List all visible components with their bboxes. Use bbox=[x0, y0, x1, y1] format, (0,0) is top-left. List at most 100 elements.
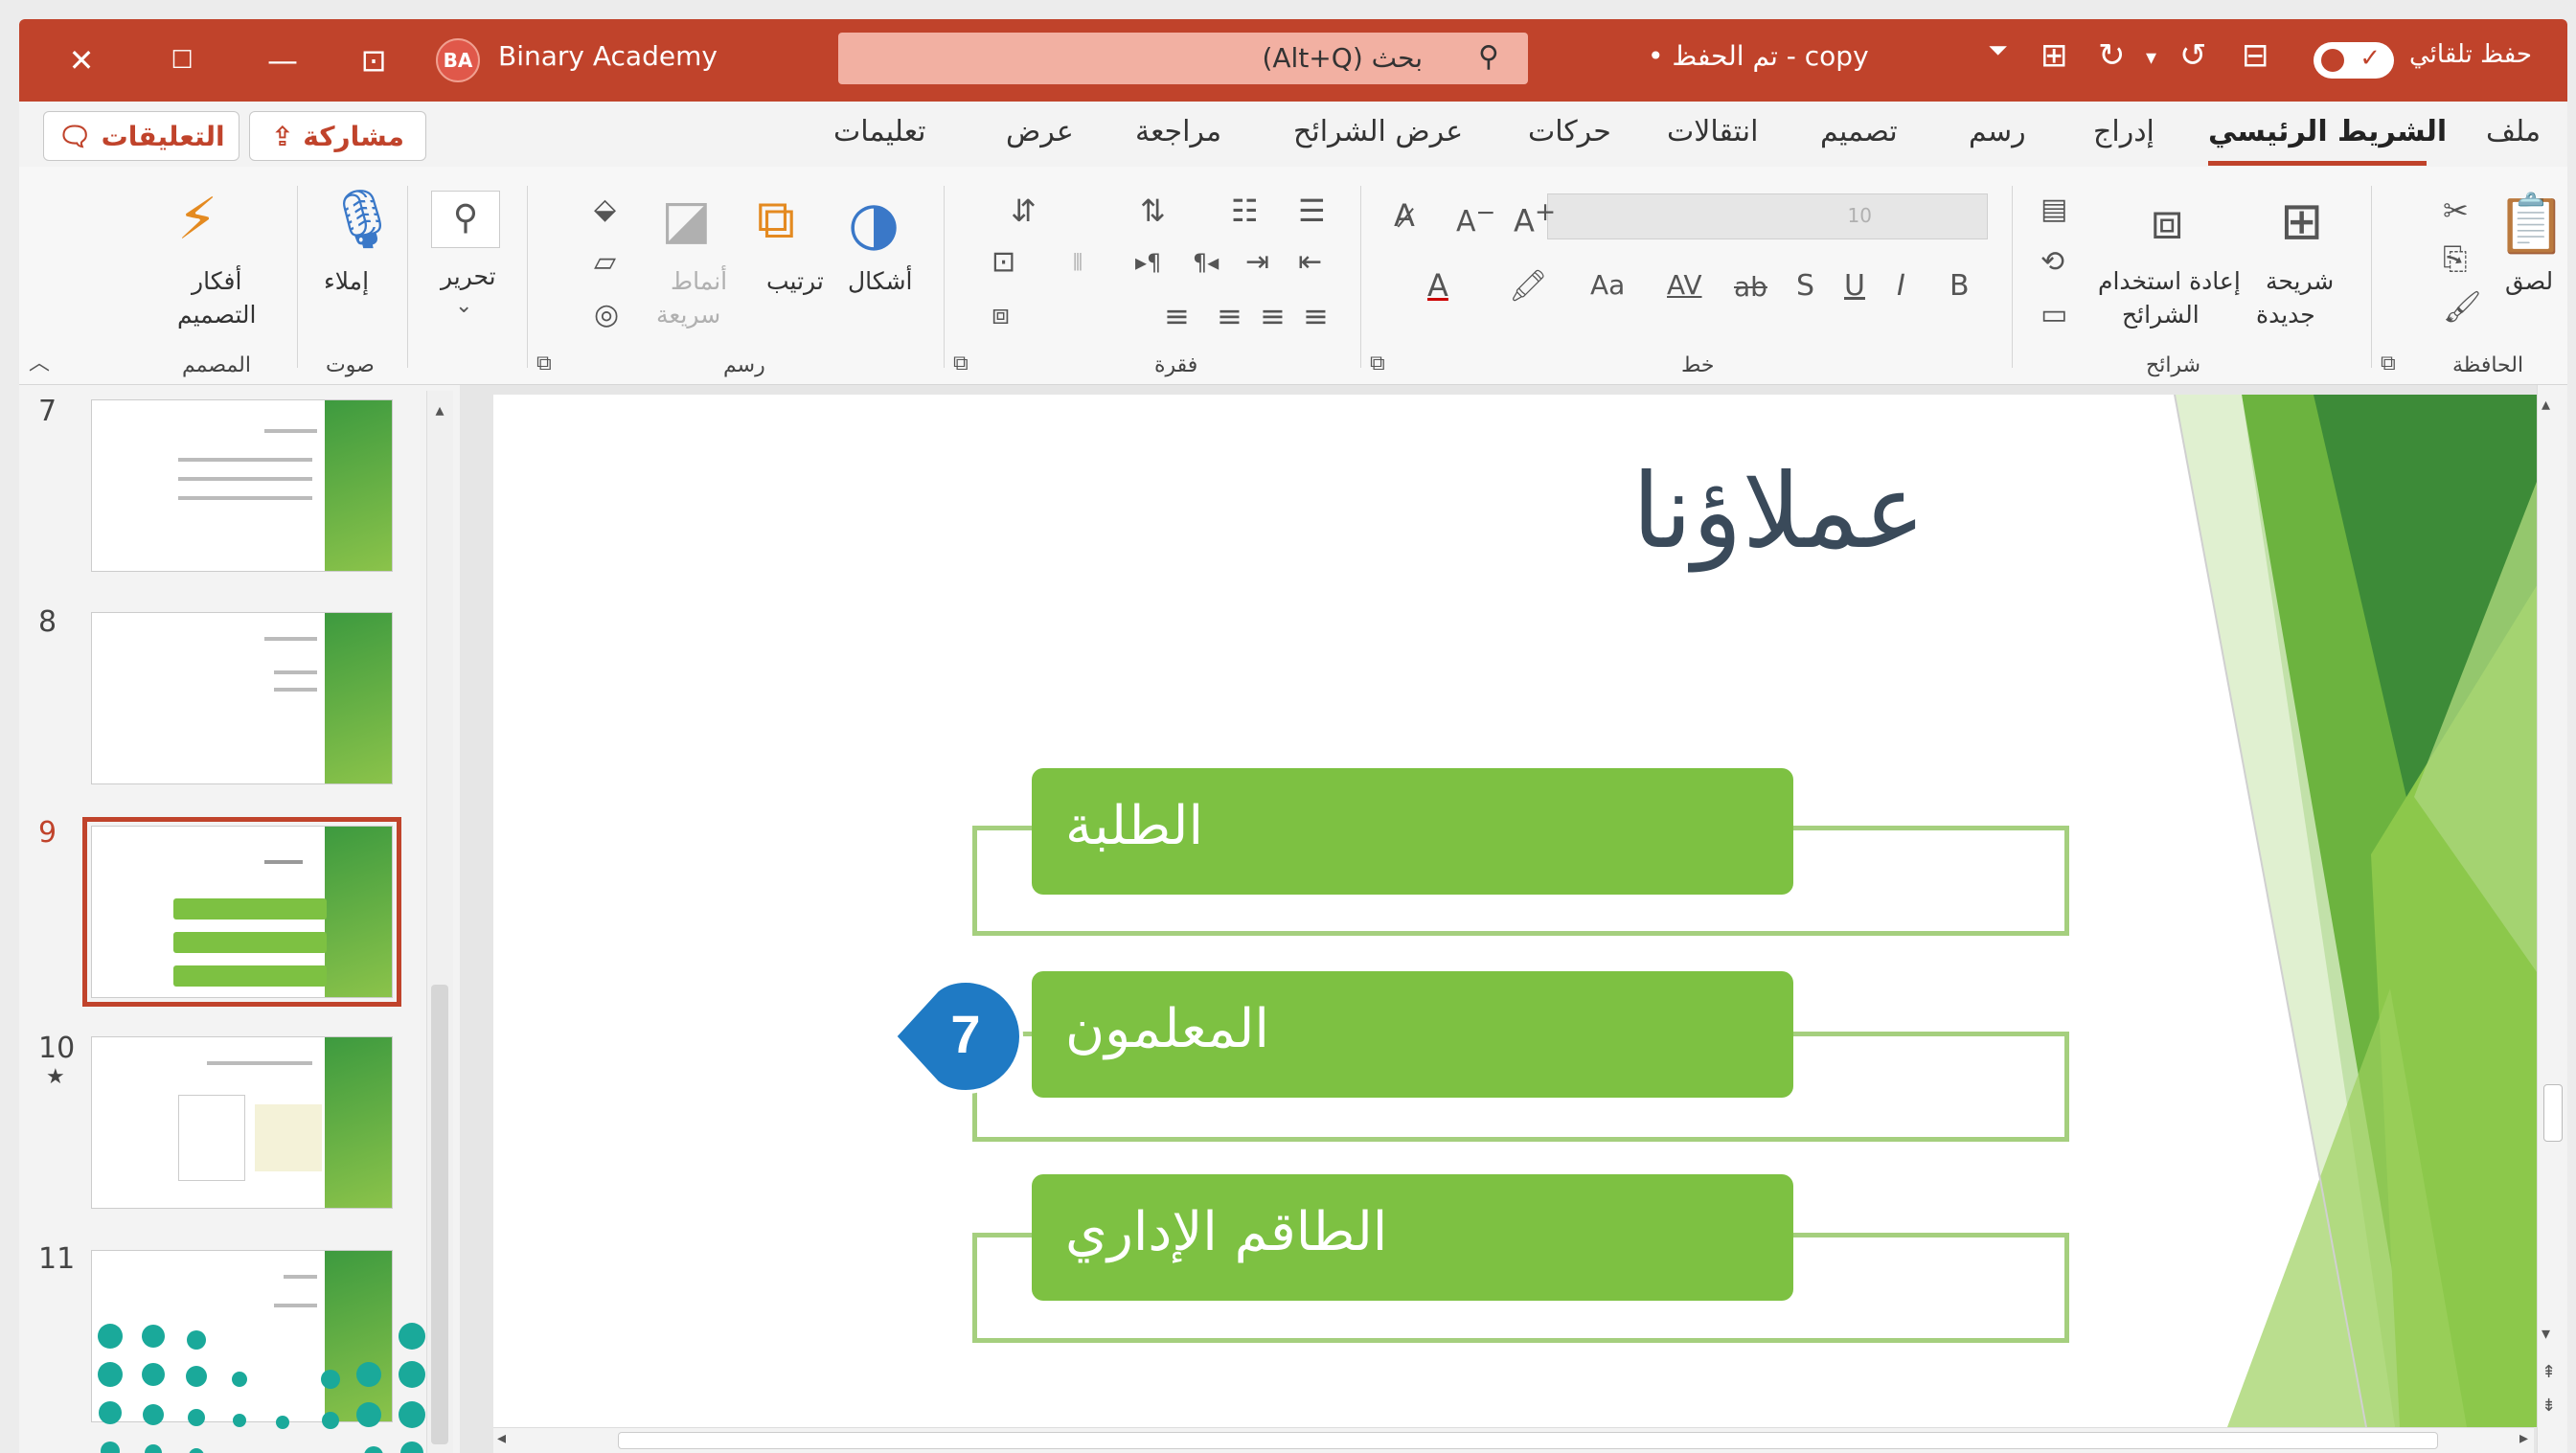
font-color-icon[interactable]: A bbox=[1427, 270, 1448, 301]
align-left-icon[interactable]: ≡ bbox=[1164, 301, 1190, 331]
avatar[interactable]: BA bbox=[436, 38, 480, 82]
shape-effects-icon[interactable]: ◎ bbox=[594, 301, 619, 329]
tab-design[interactable]: تصميم bbox=[1820, 115, 1898, 148]
new-slide-icon[interactable]: ⊞ bbox=[2280, 195, 2323, 247]
autosave-toggle[interactable]: ✓ bbox=[2314, 42, 2394, 79]
line-spacing-icon[interactable]: ⇅ bbox=[1140, 195, 1166, 226]
underline-icon[interactable]: U bbox=[1844, 272, 1865, 301]
scroll-up-icon[interactable]: ▴ bbox=[2542, 395, 2550, 415]
rtl-icon[interactable]: ¶◂ bbox=[1193, 251, 1219, 274]
box-teachers[interactable]: المعلمون bbox=[1032, 971, 1793, 1098]
tab-draw[interactable]: رسم bbox=[1969, 115, 2026, 148]
align-text-icon[interactable]: ⊡ bbox=[992, 248, 1015, 277]
copy-icon[interactable]: ⎘ bbox=[2443, 243, 2468, 274]
slide-thumbnail[interactable] bbox=[91, 1036, 393, 1209]
ltr-icon[interactable]: ▸¶ bbox=[1135, 251, 1161, 274]
ribbon-display-options-icon[interactable]: ⊡ bbox=[345, 36, 402, 84]
tab-transitions[interactable]: انتقالات bbox=[1667, 115, 1758, 148]
dialog-launcher-icon[interactable]: ⧉ bbox=[2381, 353, 2396, 375]
redo-icon[interactable]: ↻ bbox=[2098, 36, 2126, 75]
smartart-icon[interactable]: ⧈ bbox=[992, 301, 1010, 329]
tab-file[interactable]: ملف bbox=[2486, 115, 2541, 148]
reuse-slides-icon[interactable]: ⧈ bbox=[2151, 195, 2183, 247]
increase-indent-icon[interactable]: ⇥ bbox=[1245, 248, 1269, 277]
customize-quick-access-icon[interactable]: ⏷ bbox=[1988, 36, 2008, 66]
change-case-icon[interactable]: Aa bbox=[1590, 272, 1625, 299]
comments-button[interactable]: التعليقات 🗨 bbox=[43, 111, 239, 161]
undo-icon[interactable]: ↺ bbox=[2179, 36, 2207, 75]
slide-canvas[interactable]: عملاؤنا الطلبة المعلمون الطاقم الإداري bbox=[493, 395, 2548, 1427]
dictate-label: إملاء bbox=[324, 267, 370, 295]
dialog-launcher-icon[interactable]: ⧉ bbox=[536, 353, 552, 375]
shapes-icon[interactable]: ◑ bbox=[848, 193, 900, 253]
columns-icon[interactable]: ⫴ bbox=[1073, 251, 1083, 274]
scroll-right-icon[interactable]: ▸ bbox=[2519, 1428, 2528, 1448]
shadow-icon[interactable]: S bbox=[1796, 272, 1814, 301]
slide-thumbnail-selected[interactable] bbox=[82, 817, 401, 1007]
font-size-box[interactable]: 10 bbox=[1547, 193, 1988, 239]
tab-home[interactable]: الشريط الرئيسي bbox=[2208, 115, 2447, 148]
align-center-icon[interactable]: ≡ bbox=[1217, 301, 1242, 331]
share-button[interactable]: مشاركة ⇪ bbox=[249, 111, 426, 161]
microphone-icon[interactable]: 🎙 bbox=[326, 191, 399, 248]
highlight-icon[interactable]: 🖍 bbox=[1509, 270, 1548, 301]
numbering-icon[interactable]: ☷ bbox=[1231, 195, 1259, 226]
tab-animations[interactable]: حركات bbox=[1528, 115, 1611, 148]
shape-outline-icon[interactable]: ▱ bbox=[594, 248, 616, 277]
slide-thumbnail[interactable] bbox=[91, 612, 393, 784]
shape-fill-icon[interactable]: ⬙ bbox=[594, 195, 616, 224]
thumbnail-scrollbar[interactable]: ▴ bbox=[426, 391, 453, 1453]
search-box[interactable]: بحث (Alt+Q) ⚲ bbox=[838, 33, 1528, 84]
justify-icon[interactable]: ≡ bbox=[1303, 301, 1329, 331]
paste-icon[interactable]: 📋 bbox=[2496, 195, 2567, 253]
strikethrough-icon[interactable]: ab bbox=[1734, 274, 1767, 301]
close-button[interactable]: ✕ bbox=[53, 36, 110, 84]
cut-icon[interactable]: ✂ bbox=[2443, 195, 2469, 226]
section-icon[interactable]: ▭ bbox=[2040, 301, 2067, 329]
present-from-start-icon[interactable]: ⊞ bbox=[2040, 36, 2068, 75]
vertical-scrollbar[interactable]: ▴ ▾ ⇞ ⇟ bbox=[2537, 385, 2567, 1453]
previous-slide-icon[interactable]: ⇞ bbox=[2542, 1362, 2556, 1382]
italic-icon[interactable]: I bbox=[1897, 272, 1905, 301]
tab-help[interactable]: تعليمات bbox=[833, 115, 926, 148]
scroll-thumb[interactable] bbox=[2543, 1084, 2563, 1142]
thumbnail-line bbox=[264, 637, 317, 641]
clear-formatting-icon[interactable]: A̷ bbox=[1394, 200, 1415, 231]
save-icon[interactable]: ⊟ bbox=[2242, 36, 2269, 75]
box-students[interactable]: الطلبة bbox=[1032, 768, 1793, 895]
undo-dropdown-icon[interactable]: ▾ bbox=[2146, 46, 2156, 70]
slide-title[interactable]: عملاؤنا bbox=[1632, 452, 1926, 572]
layout-icon[interactable]: ▤ bbox=[2040, 195, 2067, 224]
reset-icon[interactable]: ⟲ bbox=[2040, 248, 2064, 277]
scroll-down-icon[interactable]: ▾ bbox=[2542, 1324, 2550, 1344]
dialog-launcher-icon[interactable]: ⧉ bbox=[953, 353, 969, 375]
tab-review[interactable]: مراجعة bbox=[1135, 115, 1221, 148]
font-size-decrease-icon[interactable]: A− bbox=[1456, 200, 1495, 237]
tab-insert[interactable]: إدراج bbox=[2093, 115, 2154, 148]
bullets-icon[interactable]: ☰ bbox=[1298, 195, 1326, 226]
scroll-thumb[interactable] bbox=[618, 1432, 2438, 1449]
tab-view[interactable]: عرض bbox=[1006, 115, 1074, 148]
slide-thumbnail[interactable] bbox=[91, 399, 393, 572]
document-name[interactable]: copy - تم الحفظ • bbox=[1648, 40, 1869, 72]
align-right-icon[interactable]: ≡ bbox=[1260, 301, 1286, 331]
decrease-indent-icon[interactable]: ⇤ bbox=[1298, 248, 1322, 277]
quick-styles-icon[interactable]: ◪ bbox=[661, 193, 712, 247]
horizontal-scrollbar[interactable]: ◂ ▸ bbox=[493, 1427, 2534, 1453]
bold-icon[interactable]: B bbox=[1949, 272, 1970, 301]
collapse-ribbon-icon[interactable]: ︿ bbox=[29, 353, 50, 375]
minimize-button[interactable]: — bbox=[254, 36, 311, 84]
text-direction-icon[interactable]: ⇵ bbox=[1011, 195, 1037, 226]
scroll-up-icon[interactable]: ▴ bbox=[427, 400, 452, 425]
character-spacing-icon[interactable]: AV bbox=[1667, 272, 1702, 299]
next-slide-icon[interactable]: ⇟ bbox=[2542, 1396, 2556, 1416]
design-ideas-icon[interactable]: ⚡ bbox=[177, 191, 217, 248]
format-painter-icon[interactable]: 🖌 bbox=[2443, 291, 2482, 322]
box-admin-staff[interactable]: الطاقم الإداري bbox=[1032, 1174, 1793, 1301]
tab-slideshow[interactable]: عرض الشرائح bbox=[1293, 115, 1463, 148]
font-size-increase-icon[interactable]: A+ bbox=[1514, 199, 1556, 237]
arrange-icon[interactable]: ⧉ bbox=[757, 193, 795, 247]
restore-button[interactable]: ☐ bbox=[153, 36, 211, 84]
dialog-launcher-icon[interactable]: ⧉ bbox=[1370, 353, 1385, 375]
find-icon[interactable]: ⚲ bbox=[431, 191, 500, 248]
